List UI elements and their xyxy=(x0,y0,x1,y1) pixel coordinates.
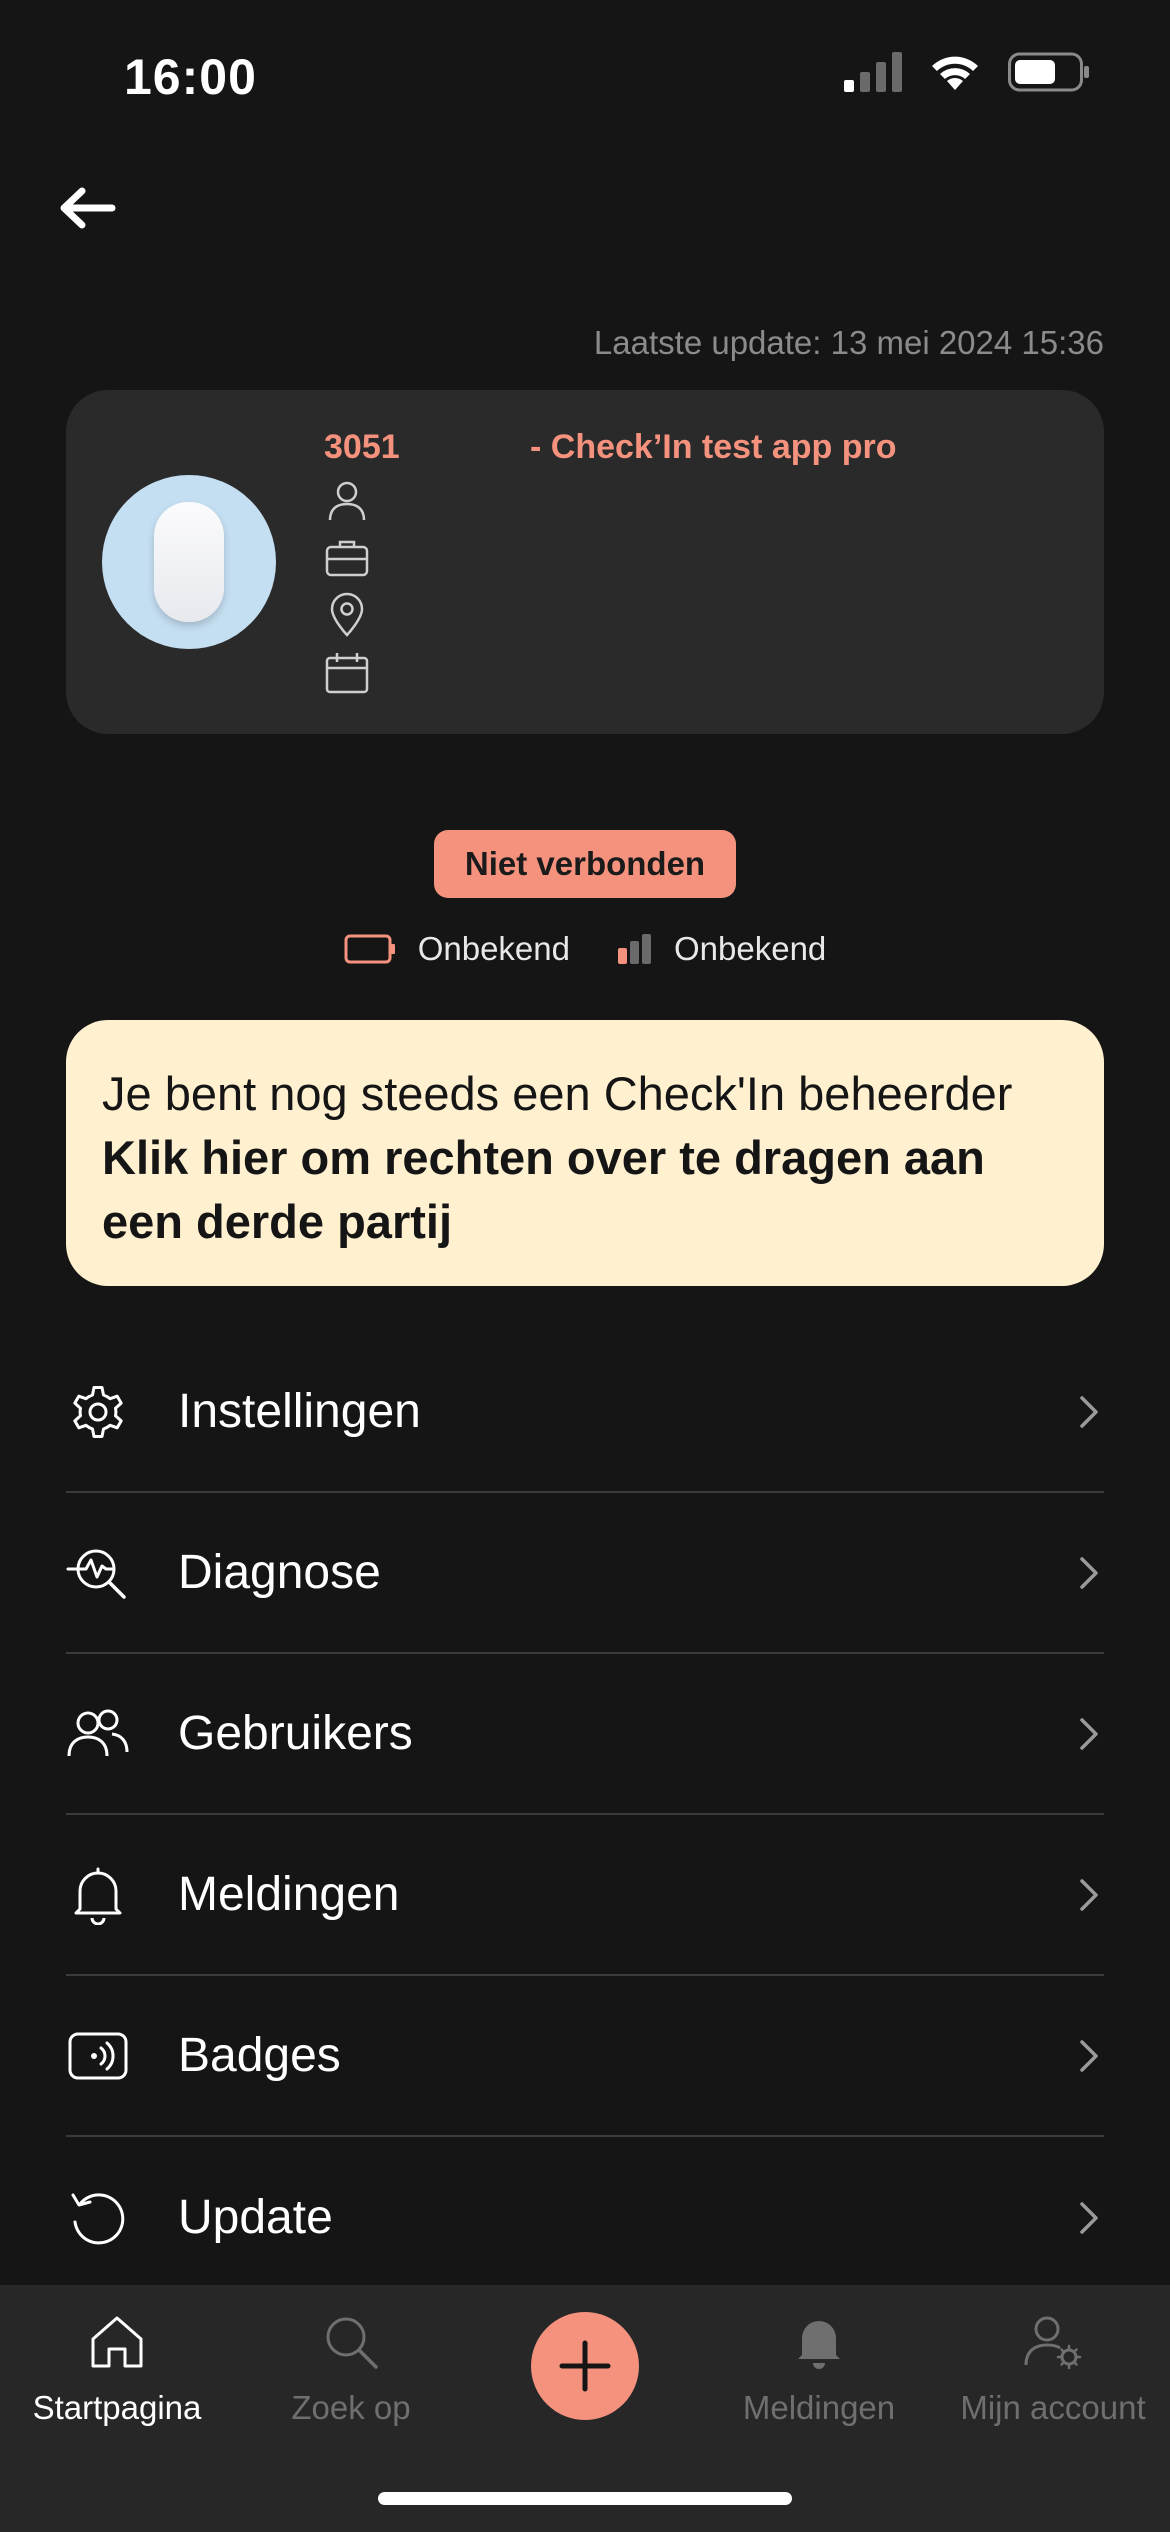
bell-icon xyxy=(66,1863,130,1927)
back-button[interactable] xyxy=(52,178,122,238)
person-icon xyxy=(328,481,366,521)
battery-status: Onbekend xyxy=(344,930,570,968)
status-bar: 16:00 xyxy=(0,0,1170,150)
menu-item-label: Diagnose xyxy=(178,1546,381,1599)
tab-meldingen[interactable]: Meldingen xyxy=(702,2307,936,2437)
plus-icon xyxy=(559,2340,611,2392)
chevron-right-icon xyxy=(1080,1395,1098,1428)
device-menu: Instellingen Diagnose Gebruikers Melding… xyxy=(66,1332,1104,2298)
cellular-signal-icon xyxy=(844,52,902,92)
briefcase-icon xyxy=(325,540,369,577)
home-indicator[interactable] xyxy=(378,2492,792,2505)
location-pin-icon xyxy=(330,592,364,637)
menu-item-update[interactable]: Update xyxy=(66,2137,1104,2298)
device-name: - Check’In test app pro xyxy=(530,428,897,466)
chevron-right-icon xyxy=(1080,1878,1098,1911)
device-status-row: Onbekend Onbekend xyxy=(0,930,1170,968)
menu-item-label: Instellingen xyxy=(178,1385,421,1438)
status-icons xyxy=(844,52,1090,92)
chevron-right-icon xyxy=(1080,2201,1098,2234)
menu-item-meldingen[interactable]: Meldingen xyxy=(66,1815,1104,1976)
add-button[interactable] xyxy=(531,2312,639,2420)
battery-icon xyxy=(1008,52,1089,92)
home-icon xyxy=(82,2307,152,2377)
bell-filled-icon xyxy=(784,2307,854,2377)
battery-empty-icon xyxy=(344,934,395,964)
chevron-right-icon xyxy=(1080,1717,1098,1750)
banner-text: Je bent nog steeds een Check'In beheerde… xyxy=(102,1067,1013,1120)
arrow-left-icon xyxy=(60,187,116,229)
tab-label: Mijn account xyxy=(960,2389,1146,2426)
signal-status-label: Onbekend xyxy=(674,930,827,967)
status-time: 16:00 xyxy=(124,49,257,105)
search-icon xyxy=(316,2307,386,2377)
device-detail-screen: 16:00 Laatste update: 13 mei 2024 15:36 … xyxy=(0,0,1170,2532)
chevron-right-icon xyxy=(1080,1556,1098,1589)
update-icon xyxy=(66,2186,130,2250)
menu-item-label: Badges xyxy=(178,2029,341,2082)
last-update-text: Laatste update: 13 mei 2024 15:36 xyxy=(593,324,1104,361)
tab-label: Meldingen xyxy=(742,2389,896,2426)
banner-link-text[interactable]: Klik hier om rechten over te dragen aan … xyxy=(102,1126,1068,1254)
menu-item-gebruikers[interactable]: Gebruikers xyxy=(66,1654,1104,1815)
tab-label: Startpagina xyxy=(32,2389,202,2426)
calendar-icon xyxy=(325,653,369,694)
tab-label: Zoek op xyxy=(291,2389,411,2426)
device-card[interactable]: 3051 - Check’In test app pro xyxy=(66,390,1104,734)
wifi-icon xyxy=(932,56,978,90)
device-avatar xyxy=(102,475,276,649)
tab-startpagina[interactable]: Startpagina xyxy=(0,2307,234,2437)
menu-item-instellingen[interactable]: Instellingen xyxy=(66,1332,1104,1493)
connection-status-badge: Niet verbonden xyxy=(434,830,736,898)
menu-item-diagnose[interactable]: Diagnose xyxy=(66,1493,1104,1654)
menu-item-badges[interactable]: Badges xyxy=(66,1976,1104,2137)
device-id: 3051 xyxy=(324,428,400,466)
gear-icon xyxy=(66,1380,130,1444)
signal-status: Onbekend xyxy=(618,930,826,968)
menu-item-label: Gebruikers xyxy=(178,1707,413,1760)
signal-strength-icon xyxy=(618,934,651,964)
device-image xyxy=(154,502,224,622)
menu-item-label: Update xyxy=(178,2191,333,2244)
tab-mijn-account[interactable]: Mijn account xyxy=(936,2307,1170,2437)
users-icon xyxy=(66,1702,130,1766)
chevron-right-icon xyxy=(1080,2039,1098,2072)
menu-item-label: Meldingen xyxy=(178,1868,400,1921)
badge-icon xyxy=(66,2024,130,2088)
admin-transfer-banner[interactable]: Je bent nog steeds een Check'In beheerde… xyxy=(66,1020,1104,1286)
battery-status-label: Onbekend xyxy=(417,930,570,967)
tab-zoek-op[interactable]: Zoek op xyxy=(234,2307,468,2437)
diagnose-icon xyxy=(66,1541,130,1605)
account-settings-icon xyxy=(1018,2307,1088,2377)
